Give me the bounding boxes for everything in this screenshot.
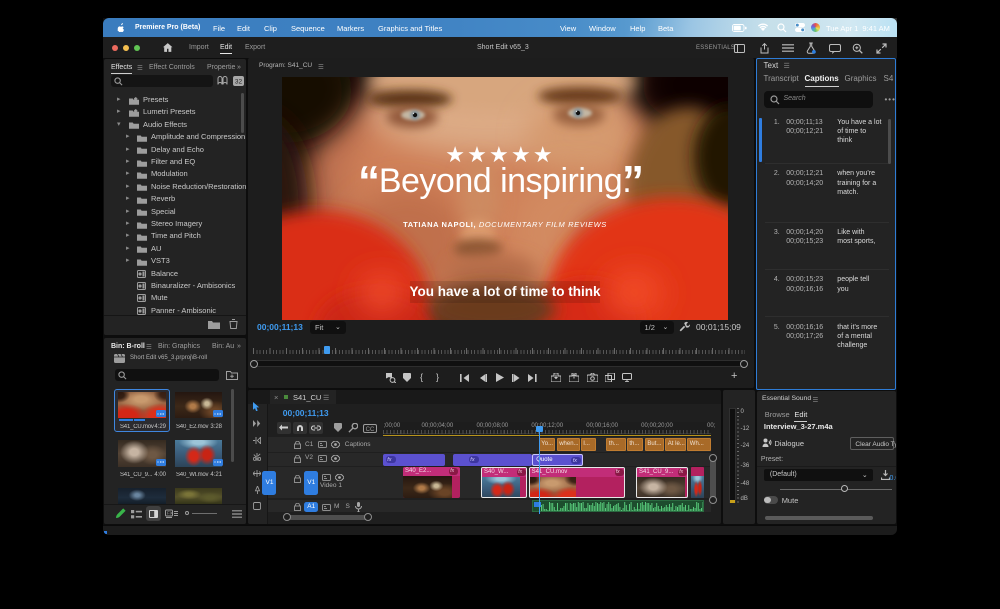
svg-text:FX: FX <box>167 511 173 516</box>
svg-text:32: 32 <box>235 79 243 86</box>
svg-text:CC: CC <box>366 426 375 432</box>
